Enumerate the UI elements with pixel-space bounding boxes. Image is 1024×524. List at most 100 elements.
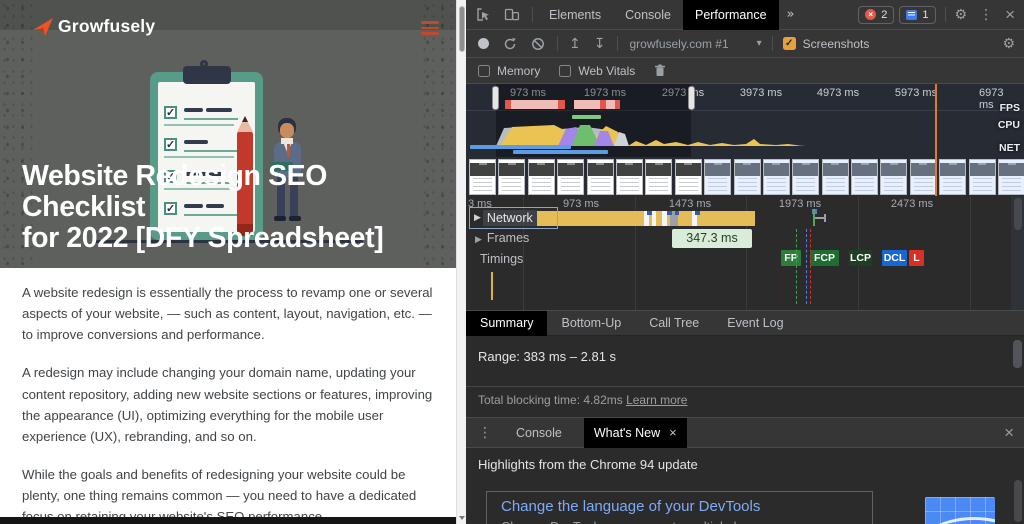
whats-new-card[interactable]: Change the language of your DevTools Chr… xyxy=(486,491,873,524)
timing-badge-l[interactable]: L xyxy=(909,250,924,266)
load-profile-icon[interactable]: ↥ xyxy=(569,36,581,52)
reload-and-record-icon[interactable] xyxy=(503,37,517,51)
timings-track-header[interactable]: Timings xyxy=(480,252,523,266)
filmstrip-thumbnail[interactable] xyxy=(792,159,819,195)
timeline-overview[interactable]: 973 ms1973 ms2973 ms3973 ms4973 ms5973 m… xyxy=(466,84,1024,157)
drawer-tab-console[interactable]: Console xyxy=(506,418,572,448)
filmstrip-thumbnail[interactable] xyxy=(587,159,614,195)
total-blocking-time-row: Total blocking time: 4.82ms Learn more xyxy=(466,386,1024,413)
navigation-marker-line xyxy=(935,84,937,196)
capture-settings-gear-icon[interactable]: ⚙ xyxy=(1002,36,1015,52)
record-button[interactable] xyxy=(478,38,489,49)
web-vitals-checkbox[interactable] xyxy=(559,65,571,77)
trash-icon[interactable] xyxy=(654,64,666,77)
analysis-tabbar: SummaryBottom-UpCall TreeEvent Log xyxy=(466,310,1024,336)
timing-badge-fp[interactable]: FP xyxy=(781,250,801,266)
analysis-tab-summary[interactable]: Summary xyxy=(466,311,547,336)
timing-badge-dcl[interactable]: DCL xyxy=(882,250,907,266)
screenshot-filmstrip[interactable] xyxy=(466,157,1024,196)
site-footer-edge xyxy=(0,517,456,524)
detail-scrollbar-thumb[interactable] xyxy=(1014,198,1022,230)
more-tabs-chevron[interactable]: » xyxy=(779,7,803,22)
filmstrip-thumbnail[interactable] xyxy=(969,159,996,195)
divider xyxy=(557,36,558,51)
inspect-element-icon[interactable] xyxy=(476,7,491,22)
site-logo[interactable]: Growfusely xyxy=(32,16,155,37)
tab-console[interactable]: Console xyxy=(613,0,683,30)
close-tab-icon[interactable]: × xyxy=(669,418,677,448)
hamburger-menu-icon[interactable] xyxy=(421,21,439,38)
page-scrollbar-thumb[interactable] xyxy=(459,6,465,52)
timing-badge-lcp[interactable]: LCP xyxy=(849,250,872,266)
dcl-dashed-line xyxy=(806,229,807,304)
filmstrip-thumbnail[interactable] xyxy=(734,159,761,195)
filmstrip-thumbnail[interactable] xyxy=(704,159,731,195)
screenshots-checkbox[interactable]: ✓ xyxy=(783,37,796,50)
card-title-link[interactable]: Change the language of your DevTools xyxy=(501,498,858,515)
detail-ruler-tick: 2473 ms xyxy=(891,198,933,210)
expander-icon[interactable]: ▶ xyxy=(474,213,481,223)
cpu-activity-chart xyxy=(466,122,1024,146)
load-dashed-line xyxy=(810,229,811,304)
selection-handle-left[interactable] xyxy=(492,86,499,110)
filmstrip-thumbnail[interactable] xyxy=(498,159,525,195)
summary-scrollbar-thumb[interactable] xyxy=(1013,340,1022,368)
main-tabbar-tabs: ElementsConsolePerformance xyxy=(537,0,779,30)
filmstrip-thumbnail[interactable] xyxy=(880,159,907,195)
error-count: 2 xyxy=(881,9,887,21)
frame-duration-block[interactable]: 347.3 ms xyxy=(672,229,752,248)
track-label-cpu: CPU xyxy=(998,119,1020,131)
article-paragraph: While the goals and benefits of redesign… xyxy=(22,464,436,524)
network-track-header[interactable]: ▶ Network xyxy=(469,207,558,229)
timing-mark xyxy=(491,272,493,300)
analysis-tab-call-tree[interactable]: Call Tree xyxy=(635,311,713,336)
drawer: ⋮ Console What's New × × Highlights from… xyxy=(466,417,1024,524)
kebab-menu-icon[interactable]: ⋮ xyxy=(979,7,993,23)
filmstrip-thumbnail[interactable] xyxy=(939,159,966,195)
device-toolbar-icon[interactable] xyxy=(504,7,520,22)
error-icon: × xyxy=(865,9,876,20)
drawer-kebab-menu-icon[interactable]: ⋮ xyxy=(478,425,492,441)
filmstrip-thumbnail[interactable] xyxy=(675,159,702,195)
overview-ruler-tick: 3973 ms xyxy=(740,87,782,99)
drawer-tab-whats-new[interactable]: What's New × xyxy=(584,418,687,448)
filmstrip-thumbnail[interactable] xyxy=(557,159,584,195)
drawer-scrollbar-thumb[interactable] xyxy=(1014,480,1022,522)
analysis-tab-event-log[interactable]: Event Log xyxy=(713,311,797,336)
browser-page: Growfusely ✓ ✓ ✓ ✓ xyxy=(0,0,456,524)
save-profile-icon[interactable]: ↧ xyxy=(594,36,606,52)
filmstrip-thumbnail[interactable] xyxy=(998,159,1024,195)
timeline-detail[interactable]: 3 ms973 ms1473 ms1973 ms2473 ms29 ▶ Netw… xyxy=(466,196,1024,310)
page-scrollbar[interactable] xyxy=(456,0,466,524)
filmstrip-thumbnail[interactable] xyxy=(528,159,555,195)
scroll-down-arrow[interactable] xyxy=(459,516,465,520)
close-devtools-icon[interactable]: × xyxy=(1005,6,1015,23)
memory-checkbox[interactable] xyxy=(478,65,490,77)
tab-elements[interactable]: Elements xyxy=(537,0,613,30)
page-title: Website Redesign SEO Checklist for 2022 … xyxy=(22,161,456,253)
detail-scrollbar[interactable] xyxy=(1011,196,1024,310)
error-count-badge[interactable]: × 2 xyxy=(858,6,894,24)
settings-gear-icon[interactable]: ⚙ xyxy=(955,7,968,23)
learn-more-link[interactable]: Learn more xyxy=(626,393,687,407)
message-count-badge[interactable]: 1 xyxy=(899,6,935,24)
filmstrip-thumbnail[interactable] xyxy=(645,159,672,195)
filmstrip-thumbnail[interactable] xyxy=(910,159,937,195)
close-drawer-icon[interactable]: × xyxy=(1004,424,1014,441)
fps-bar xyxy=(572,115,601,119)
chevron-down-icon[interactable]: ▾ xyxy=(757,38,762,49)
filmstrip-thumbnail[interactable] xyxy=(763,159,790,195)
selection-handle-right[interactable] xyxy=(688,86,695,110)
analysis-tab-bottom-up[interactable]: Bottom-Up xyxy=(547,311,635,336)
paper-plane-icon xyxy=(32,17,54,37)
clear-recording-icon[interactable] xyxy=(531,37,545,51)
filmstrip-thumbnail[interactable] xyxy=(469,159,496,195)
timing-badge-fcp[interactable]: FCP xyxy=(810,250,839,266)
tab-performance[interactable]: Performance xyxy=(683,0,779,30)
profile-select[interactable]: growfusely.com #1 xyxy=(629,37,728,51)
filmstrip-thumbnail[interactable] xyxy=(822,159,849,195)
tbt-text: Total blocking time: 4.82ms xyxy=(478,393,623,407)
filmstrip-thumbnail[interactable] xyxy=(616,159,643,195)
filmstrip-thumbnail[interactable] xyxy=(851,159,878,195)
frames-track-header[interactable]: ▶Frames xyxy=(475,231,529,245)
